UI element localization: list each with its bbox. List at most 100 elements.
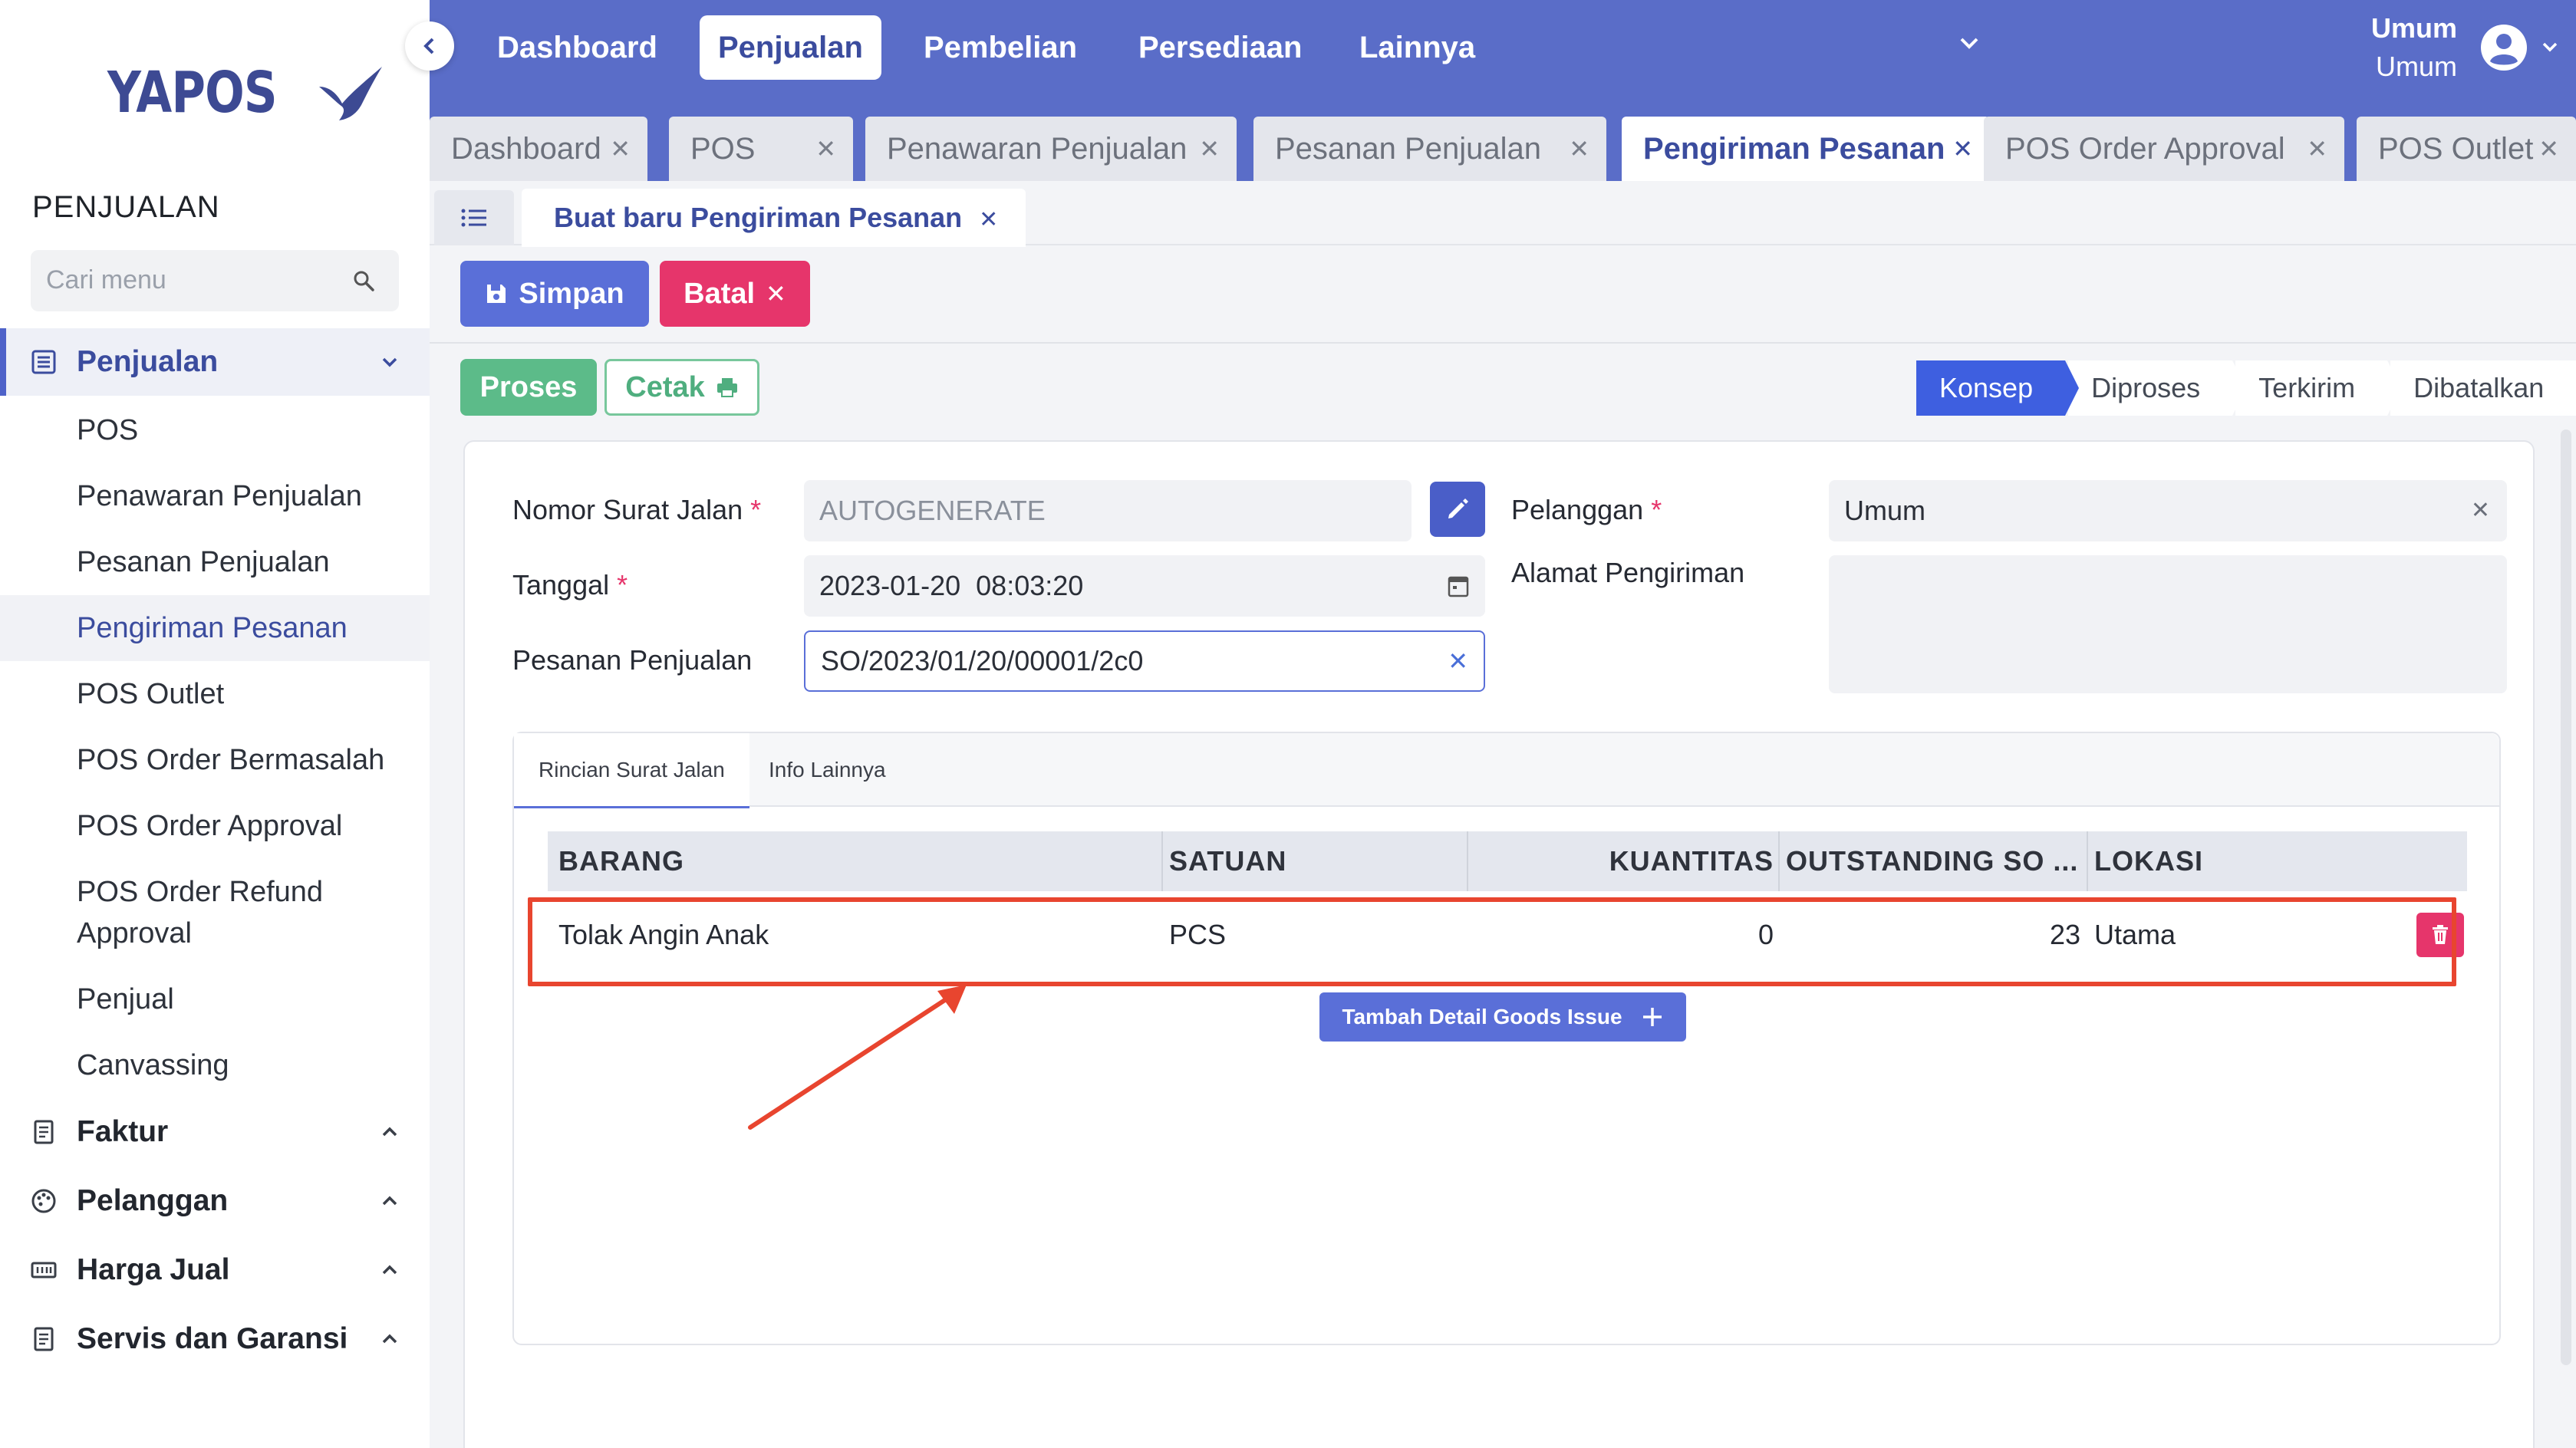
tab-dashboard[interactable]: Dashboard ✕ [430,117,647,181]
pesanan-penjualan-label: Pesanan Penjualan [512,644,753,676]
close-icon[interactable]: ✕ [2307,117,2327,181]
tab-new-delivery[interactable]: Buat baru Pengiriman Pesanan ✕ [522,189,1026,247]
sidebar-group-pelanggan[interactable]: Pelanggan [0,1167,430,1235]
avatar-icon[interactable] [2479,23,2528,72]
save-button[interactable]: Simpan [460,261,649,327]
close-icon[interactable]: ✕ [815,117,836,181]
required-marker: * [1651,494,1662,525]
collapse-sidebar-button[interactable] [405,21,454,71]
user-name: Umum [2370,12,2457,44]
edit-number-button[interactable] [1430,482,1485,537]
column-outstanding-so[interactable]: OUTSTANDING SO ... [1786,831,2080,891]
printer-icon [716,377,739,398]
tab-rincian-surat-jalan[interactable]: Rincian Surat Jalan [514,733,749,808]
pesanan-penjualan-field[interactable]: SO/2023/01/20/00001/2c0 ✕ [804,630,1485,692]
tab-pengiriman-pesanan[interactable]: Pengiriman Pesanan ✕ [1622,117,1990,181]
page-scrollbar[interactable] [2561,429,2571,1365]
close-icon[interactable]: ✕ [610,117,631,181]
sidebar-item-pengiriman-pesanan[interactable]: Pengiriman Pesanan [0,595,430,661]
pelanggan-field[interactable]: Umum ✕ [1829,480,2507,541]
sidebar-group-servis-dan-garansi[interactable]: Servis dan Garansi [0,1305,430,1373]
tab-pos-order-approval[interactable]: POS Order Approval ✕ [1984,117,2344,181]
nomor-surat-jalan-field[interactable]: AUTOGENERATE [804,480,1412,541]
tab-info-lainnya[interactable]: Info Lainnya [744,733,911,807]
required-marker: * [750,494,762,525]
tab-pos[interactable]: POS ✕ [669,117,853,181]
tab-pos-outlet[interactable]: POS Outlet ✕ [2357,117,2576,181]
chevron-up-icon [380,1331,399,1347]
sidebar-item-label: POS Order Refund [77,876,324,908]
sidebar-item-label: POS Order Bermasalah [77,744,385,776]
cancel-label: Batal [684,278,756,310]
calendar-icon[interactable] [1447,574,1470,598]
clear-icon[interactable]: ✕ [1448,632,1468,690]
search-icon[interactable] [351,268,376,293]
topnav-penjualan[interactable]: Penjualan [700,15,881,80]
app-logo[interactable]: YAPOS [107,60,385,126]
cancel-button[interactable]: Batal ✕ [660,261,810,327]
add-detail-button[interactable]: Tambah Detail Goods Issue [1319,992,1686,1042]
sidebar-item-pos-order-bermasalah[interactable]: POS Order Bermasalah [0,739,430,781]
sidebar-item-label: Penjual [77,983,174,1015]
clear-icon[interactable]: ✕ [2471,480,2490,541]
close-icon[interactable]: ✕ [1952,117,1973,181]
sidebar-item-label: POS [77,414,139,446]
close-icon[interactable]: ✕ [1569,117,1589,181]
column-kuantitas[interactable]: KUANTITAS [1476,831,1774,891]
tab-penawaran-penjualan[interactable]: Penawaran Penjualan ✕ [865,117,1237,181]
sidebar-group-faktur[interactable]: Faktur [0,1098,430,1166]
chevron-down-icon[interactable] [2541,40,2559,54]
sidebar-item-pesanan-penjualan[interactable]: Pesanan Penjualan [0,541,430,583]
sidebar-item-pos[interactable]: POS [0,410,430,451]
sidebar-section-title: PENJUALAN [32,190,220,224]
sidebar-group-penjualan[interactable]: Penjualan [0,328,430,396]
tab-label: Dashboard [451,132,601,166]
process-label: Proses [479,371,578,403]
top-navbar: Dashboard Penjualan Pembelian Persediaan… [430,0,2576,95]
price-tag-icon [31,1257,57,1283]
close-icon[interactable]: ✕ [2538,117,2559,181]
sidebar-item-penjual[interactable]: Penjual [0,979,430,1020]
print-label: Cetak [625,371,705,403]
save-icon [485,282,508,305]
topnav-dashboard[interactable]: Dashboard [497,15,657,80]
column-lokasi[interactable]: LOKASI [2094,831,2203,891]
tanggal-label: Tanggal * [512,569,628,601]
document-list-button[interactable] [434,190,514,245]
tab-label: Pesanan Penjualan [1275,132,1541,166]
close-icon[interactable]: ✕ [979,207,998,232]
sidebar-item-pos-outlet[interactable]: POS Outlet [0,673,430,715]
topnav-persediaan[interactable]: Persediaan [1138,15,1302,80]
sidebar-item-canvassing[interactable]: Canvassing [0,1045,430,1086]
sidebar-item-pos-order-refund-approval[interactable]: POS Order Refund Approval [0,871,430,954]
receipt-icon [31,1119,57,1145]
chevron-up-icon [380,1262,399,1278]
tab-pesanan-penjualan[interactable]: Pesanan Penjualan ✕ [1253,117,1606,181]
menu-search-input[interactable]: Cari menu [31,250,399,311]
column-barang[interactable]: BARANG [558,831,684,891]
topnav-lainnya[interactable]: Lainnya [1359,15,1475,80]
close-icon: ✕ [766,280,786,308]
close-icon[interactable]: ✕ [1199,117,1220,181]
user-info[interactable]: Umum Umum [2371,9,2457,86]
process-button[interactable]: Proses [460,359,597,416]
sidebar-group-label: Servis dan Garansi [77,1322,348,1355]
pencil-icon [1444,496,1471,522]
alamat-pengiriman-field[interactable] [1829,555,2507,693]
chevron-down-icon [380,354,399,370]
sidebar-item-label: Pesanan Penjualan [77,546,330,578]
tab-label: POS [690,132,756,166]
sidebar-group-harga-jual[interactable]: Harga Jual [0,1236,430,1304]
status-diproses: Diproses [2068,360,2247,416]
tanggal-field[interactable]: 2023-01-20 08:03:20 [804,555,1485,617]
sidebar-item-pos-order-approval[interactable]: POS Order Approval [0,805,430,847]
sidebar-item-penawaran-penjualan[interactable]: Penawaran Penjualan [0,476,430,517]
column-satuan[interactable]: SATUAN [1169,831,1286,891]
sidebar-group-label: Penjualan [77,345,219,378]
list-icon [460,208,488,228]
chevron-left-icon [421,36,438,56]
topnav-pembelian[interactable]: Pembelian [924,15,1077,80]
sidebar-item-label: POS Order Approval [77,810,343,842]
print-button[interactable]: Cetak [604,359,759,416]
chevron-down-icon[interactable] [1958,34,1981,52]
